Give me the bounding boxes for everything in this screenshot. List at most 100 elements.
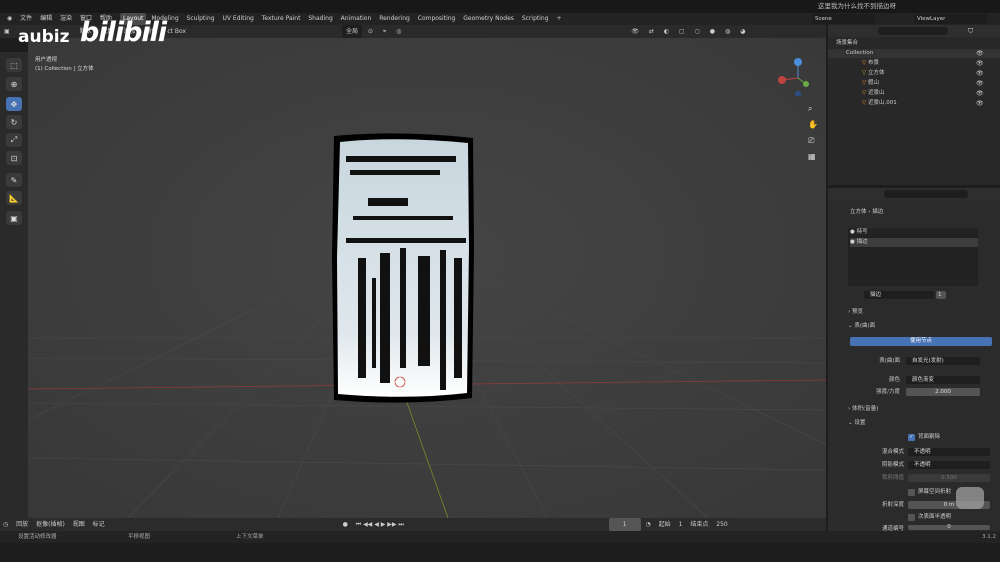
strength-field[interactable]: 2.000 <box>906 388 980 396</box>
menu-render[interactable]: 渲染 <box>57 13 75 25</box>
breadcrumb-object: 立方体 <box>850 209 867 215</box>
breadcrumb: 立方体 › 描边 <box>850 207 883 215</box>
version-label: 3.1.2 <box>982 534 996 540</box>
blender-logo-icon[interactable]: ◉ <box>4 13 15 25</box>
properties-header <box>828 188 1000 200</box>
timeline-view-menu[interactable]: 视图 <box>70 518 88 531</box>
properties-search-input[interactable] <box>884 190 968 198</box>
visibility-toggles[interactable]: 👁 👁 👁 👁 👁 👁 <box>976 49 984 109</box>
end-frame-field[interactable]: 250 <box>713 518 730 531</box>
subsurface-checkbox[interactable] <box>908 514 915 521</box>
tab-texture-paint[interactable]: Texture Paint <box>259 13 304 25</box>
shading-rendered-icon[interactable]: ◕ <box>736 25 749 38</box>
scene-selector[interactable]: Scene <box>812 14 875 24</box>
scale-tool-icon[interactable]: ⤢ <box>6 133 22 147</box>
viewport-nav-buttons: ⌕ ✋ ⎚ ▦ <box>808 101 818 165</box>
grid-view-icon[interactable]: ▦ <box>808 149 818 165</box>
select-box-tool-icon[interactable]: ⬚ <box>6 58 22 72</box>
outliner-item[interactable]: ▽ 近景山.001 <box>828 99 1000 108</box>
tab-shading[interactable]: Shading <box>305 13 335 25</box>
playback-menu[interactable]: 回放 <box>13 518 31 531</box>
section-preview[interactable]: › 预览 <box>828 308 1000 317</box>
tab-rendering[interactable]: Rendering <box>376 13 413 25</box>
view-layer-selector[interactable]: ViewLayer <box>914 14 987 24</box>
clip-threshold-field[interactable]: 0.500 <box>908 474 990 482</box>
measure-tool-icon[interactable]: 📐 <box>6 191 22 205</box>
material-slot-list: ● 特写 ● 描边 <box>848 228 978 286</box>
keying-menu[interactable]: 抠像(插帧) <box>33 518 68 531</box>
outliner-search-input[interactable] <box>878 27 948 35</box>
section-surface-label: 表(曲)面 <box>854 323 876 329</box>
select-box-dropdown[interactable]: ct Box <box>163 25 190 38</box>
outliner-scene-collection[interactable]: 场景集合 <box>828 39 1000 48</box>
use-nodes-button[interactable]: 使用节点 <box>850 337 992 346</box>
gizmo-icon[interactable]: ⇄ <box>645 25 658 38</box>
tab-scripting[interactable]: Scripting <box>519 13 552 25</box>
section-preview-label: 预览 <box>851 309 863 315</box>
pivot-icon[interactable]: ⊙ <box>364 25 377 38</box>
transform-orientation-dropdown[interactable]: 全局 <box>341 25 362 38</box>
tab-animation[interactable]: Animation <box>338 13 375 25</box>
xray-icon[interactable]: ▢ <box>675 25 689 38</box>
section-surface[interactable]: ⌄ 表(曲)面 <box>828 322 1000 331</box>
outliner-item[interactable]: ▽ 布景 <box>828 59 1000 68</box>
overlay-icon[interactable]: ◐ <box>660 25 673 38</box>
start-label: 起始 <box>658 521 671 528</box>
editor-type-icon[interactable]: ▣ <box>0 25 14 38</box>
clock-icon[interactable]: ◔ <box>642 518 653 531</box>
add-workspace-button[interactable]: + <box>553 13 564 25</box>
pass-index-field[interactable]: 0 <box>908 524 990 530</box>
material-slot[interactable]: ● 描边 <box>850 238 978 247</box>
rotate-tool-icon[interactable]: ↻ <box>6 115 22 129</box>
menu-edit[interactable]: 编辑 <box>37 13 55 25</box>
backface-culling-checkbox[interactable]: ✓ <box>908 434 915 441</box>
visibility-icon[interactable]: 👁 <box>627 25 643 38</box>
outliner-header: ⛉ <box>828 25 1000 37</box>
record-icon[interactable]: ● <box>340 518 351 531</box>
tab-uv-editing[interactable]: UV Editing <box>220 13 257 25</box>
3d-viewport[interactable]: 用户透视 (1) Collection | 立方体 ⌕ ✋ ⎚ ▦ <box>28 38 826 518</box>
outliner-item-label: 近景山 <box>867 90 885 96</box>
tab-sculpting[interactable]: Sculpting <box>184 13 218 25</box>
material-users-count[interactable]: 1 <box>936 291 946 299</box>
pan-hand-icon[interactable]: ✋ <box>808 117 818 133</box>
shading-wireframe-icon[interactable]: ○ <box>691 25 704 38</box>
tab-geometry-nodes[interactable]: Geometry Nodes <box>460 13 517 25</box>
proportional-edit-icon[interactable]: ◎ <box>392 25 405 38</box>
move-tool-icon[interactable]: ✥ <box>6 97 22 111</box>
snap-icon[interactable]: ⌖ <box>379 25 390 38</box>
outliner-item[interactable]: ▽ 立方体 <box>828 69 1000 78</box>
tab-compositing[interactable]: Compositing <box>415 13 459 25</box>
zoom-icon[interactable]: ⌕ <box>808 101 818 117</box>
timeline-editor-icon[interactable]: ◷ <box>0 518 11 531</box>
cursor-tool-icon[interactable]: ⊕ <box>6 77 22 91</box>
section-volume[interactable]: › 体积(音量) <box>828 405 1000 414</box>
current-frame-field[interactable]: 1 <box>608 518 641 531</box>
marker-menu[interactable]: 标记 <box>90 518 108 531</box>
playback-controls[interactable]: ⏮ ◀◀ ◀ ▶ ▶▶ ⏭ <box>353 518 407 531</box>
viewport-view-name: 用户透视 <box>35 57 58 63</box>
color-input-field[interactable]: 颜色渐变 <box>906 376 980 384</box>
annotate-tool-icon[interactable]: ✎ <box>6 173 22 187</box>
start-frame-field[interactable]: 1 <box>676 518 686 531</box>
menu-file[interactable]: 文件 <box>17 13 35 25</box>
shading-material-icon[interactable]: ◍ <box>721 25 734 38</box>
outliner-item[interactable]: ▽ 假山 <box>828 79 1000 88</box>
material-slot[interactable]: ● 特写 <box>850 228 978 237</box>
section-settings[interactable]: ⌄ 设置 <box>828 419 1000 428</box>
timeline-bar: ◷ 回放 抠像(插帧) 视图 标记 ● ⏮ ◀◀ ◀ ▶ ▶▶ ⏭ 1 ◔ 起始… <box>0 518 826 531</box>
cube-object[interactable] <box>332 133 474 403</box>
camera-icon[interactable]: ⎚ <box>808 133 818 149</box>
filter-icon[interactable]: ⛉ <box>968 25 973 37</box>
screen-refraction-checkbox[interactable] <box>908 489 915 496</box>
outliner-item[interactable]: ▽ 近景山 <box>828 89 1000 98</box>
blend-mode-dropdown[interactable]: 不透明 <box>908 448 990 456</box>
add-cube-tool-icon[interactable]: ▣ <box>6 211 22 225</box>
surface-shader-field[interactable]: 自发光(发射) <box>906 357 980 365</box>
outliner-collection[interactable]: Collection <box>828 49 1000 58</box>
shading-solid-icon[interactable]: ● <box>706 25 719 38</box>
navigation-gizmo[interactable] <box>776 56 816 97</box>
transform-tool-icon[interactable]: ⊡ <box>6 151 22 165</box>
shadow-mode-dropdown[interactable]: 不透明 <box>908 461 990 469</box>
material-name-field[interactable]: 描边 <box>864 291 934 299</box>
